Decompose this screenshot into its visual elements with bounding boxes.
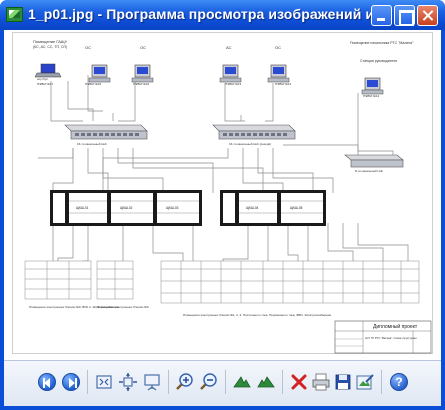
previous-image-icon: [38, 373, 56, 391]
top-left-room-label: Помещение ГАЩУ: [33, 39, 68, 44]
hub-8-port-icon: [344, 154, 404, 168]
image-viewer-app-icon: [6, 7, 23, 22]
controller-cabinet-group-left: ЩКШ-01 ЩКШ-02 ЩКШ-03: [50, 190, 202, 226]
window-client-area: Помещение ГАЩУ (КС, АС, СС, ТП, СП) ОС О…: [4, 30, 441, 406]
zoom-in-button[interactable]: [174, 371, 196, 393]
stamp-title: Дипломный проект: [373, 323, 418, 330]
pc-label-17: ПЭВМ №17: [37, 82, 54, 86]
left-room-caption-2: Помещения электронных блоков №0: [97, 305, 149, 309]
pc-label-15: ПЭВМ №15: [85, 82, 102, 86]
cabinet-label-2: ЩКШ-02: [120, 206, 133, 210]
slideshow-button[interactable]: [141, 371, 163, 393]
stamp-subtitle: АСУ ТП РТС "Малина". Схема структурная: [365, 336, 417, 340]
help-icon: ?: [390, 373, 408, 391]
top-header-2: ОС: [140, 45, 146, 50]
pc-label-13b: ПЭВМ №13: [275, 82, 292, 86]
pc-label-16: ПЭВМ №16: [133, 82, 150, 86]
window-title: 1_p01.jpg - Программа просмотра изображе…: [28, 6, 391, 22]
top-header-3: АС: [226, 45, 232, 50]
terminal-blocks-left: [24, 260, 134, 300]
save-icon: [335, 374, 351, 390]
top-header-4: ОС: [275, 45, 281, 50]
laptop-icon: [34, 63, 62, 78]
toolbar-separator: [87, 370, 88, 394]
rotate-clockwise-button[interactable]: [231, 371, 253, 393]
viewer-toolbar: ?: [4, 360, 441, 406]
bottom-room-caption: Помещения электронных блоков №1, 2, 3. П…: [183, 313, 331, 317]
cabinet-label-4: ЩКШ-04: [246, 206, 259, 210]
top-left-room-sublabel: (КС, АС, СС, ТП, СП): [33, 45, 67, 49]
toolbar-separator: [381, 370, 382, 394]
minimize-button[interactable]: [371, 5, 392, 26]
workstation-pc-icon: [131, 64, 154, 83]
zoom-out-button[interactable]: [198, 371, 220, 393]
print-button[interactable]: [310, 371, 332, 393]
workstation-pc-icon: [267, 64, 290, 83]
edit-button[interactable]: [354, 371, 376, 393]
actual-size-icon: [119, 373, 137, 391]
best-fit-button[interactable]: [93, 371, 115, 393]
cabinet-label-5: ЩКШ-05: [290, 206, 303, 210]
delete-icon: [291, 374, 307, 390]
network-diagram-image: Помещение ГАЩУ (КС, АС, СС, ТП, СП) ОС О…: [24, 39, 432, 354]
rotate-counterclockwise-button[interactable]: [255, 371, 277, 393]
top-right-room-label: Помещение начальника РТС "Малина": [350, 41, 414, 45]
pc-label-14: ПЭВМ №14: [363, 94, 380, 98]
close-button[interactable]: [417, 5, 438, 26]
toolbar-separator: [168, 370, 169, 394]
next-image-button[interactable]: [60, 371, 82, 393]
help-button[interactable]: ?: [388, 371, 410, 393]
delete-button[interactable]: [288, 371, 310, 393]
drawing-title-block: Дипломный проект АСУ ТП РТС "Малина". Сх…: [334, 320, 432, 354]
save-button[interactable]: [332, 371, 354, 393]
previous-image-button[interactable]: [36, 371, 58, 393]
rotate-counterclockwise-icon: [257, 376, 275, 388]
title-bar[interactable]: 1_p01.jpg - Программа просмотра изображе…: [0, 0, 445, 30]
top-right-room-sublabel: Станция руководителя: [360, 59, 397, 63]
hub-left-label: 16-ти канальный Hub: [77, 142, 107, 146]
slideshow-icon: [144, 374, 160, 391]
workstation-pc-icon: [219, 64, 242, 83]
displayed-image: Помещение ГАЩУ (КС, АС, СС, ТП, СП) ОС О…: [12, 32, 433, 354]
image-viewport[interactable]: Помещение ГАЩУ (КС, АС, СС, ТП, СП) ОС О…: [4, 30, 441, 357]
top-header-1: ОС: [85, 45, 91, 50]
toolbar-separator: [225, 370, 226, 394]
laptop-label: ноутбук: [37, 77, 48, 81]
next-image-icon: [62, 373, 80, 391]
workstation-pc-icon: [361, 77, 384, 95]
image-viewer-window: 1_p01.jpg - Программа просмотра изображе…: [0, 0, 445, 410]
cabinet-label-1: ЩКШ-01: [76, 206, 89, 210]
cabinet-label-3: ЩКШ-03: [166, 206, 179, 210]
pc-label-13a: ПЭВМ №13: [225, 82, 242, 86]
edit-icon: [356, 374, 374, 390]
controller-cabinet-group-right: ЩКШ-04 ЩКШ-05: [220, 190, 326, 226]
actual-size-button[interactable]: [117, 371, 139, 393]
maximize-button[interactable]: [394, 5, 415, 26]
hub-small-label: 8-ти канальный Hub: [355, 169, 383, 173]
zoom-out-icon: [200, 373, 217, 390]
print-icon: [312, 373, 330, 391]
best-fit-icon: [96, 375, 112, 389]
hub-16-port-reserve-icon: [212, 124, 296, 140]
terminal-blocks-right: [160, 260, 420, 304]
rotate-clockwise-icon: [233, 376, 251, 388]
toolbar-separator: [282, 370, 283, 394]
hub-right-label: 16-ти канальный Hub (резерв): [229, 142, 271, 146]
workstation-pc-icon: [88, 64, 111, 83]
zoom-in-icon: [176, 373, 193, 390]
hub-16-port-icon: [64, 124, 148, 140]
